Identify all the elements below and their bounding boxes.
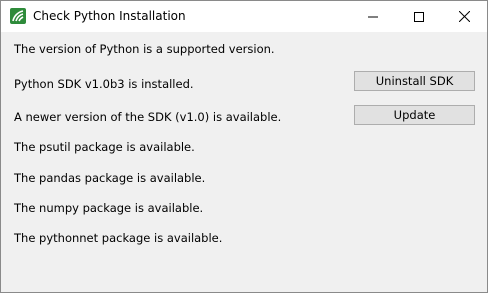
uninstall-sdk-button[interactable]: Uninstall SDK bbox=[354, 71, 475, 91]
sdk-installed-status: Python SDK v1.0b3 is installed. bbox=[14, 77, 194, 91]
psutil-status: The psutil package is available. bbox=[14, 140, 195, 154]
dialog-content: The version of Python is a supported ver… bbox=[1, 32, 487, 292]
sdk-update-status: A newer version of the SDK (v1.0) is ava… bbox=[14, 110, 282, 124]
close-icon bbox=[458, 11, 470, 22]
app-logo-icon bbox=[10, 8, 26, 24]
window-title: Check Python Installation bbox=[33, 9, 186, 23]
dialog-window: Check Python Installation The version of… bbox=[0, 0, 488, 293]
python-version-status: The version of Python is a supported ver… bbox=[14, 42, 275, 56]
numpy-status: The numpy package is available. bbox=[14, 201, 204, 215]
title-bar[interactable]: Check Python Installation bbox=[1, 1, 487, 32]
pythonnet-status: The pythonnet package is available. bbox=[14, 231, 223, 245]
maximize-button[interactable] bbox=[396, 1, 442, 32]
minimize-button[interactable] bbox=[350, 1, 396, 32]
maximize-icon bbox=[414, 11, 424, 22]
minimize-icon bbox=[368, 16, 378, 17]
close-button[interactable] bbox=[441, 1, 487, 32]
pandas-status: The pandas package is available. bbox=[14, 171, 206, 185]
update-button[interactable]: Update bbox=[354, 105, 475, 125]
